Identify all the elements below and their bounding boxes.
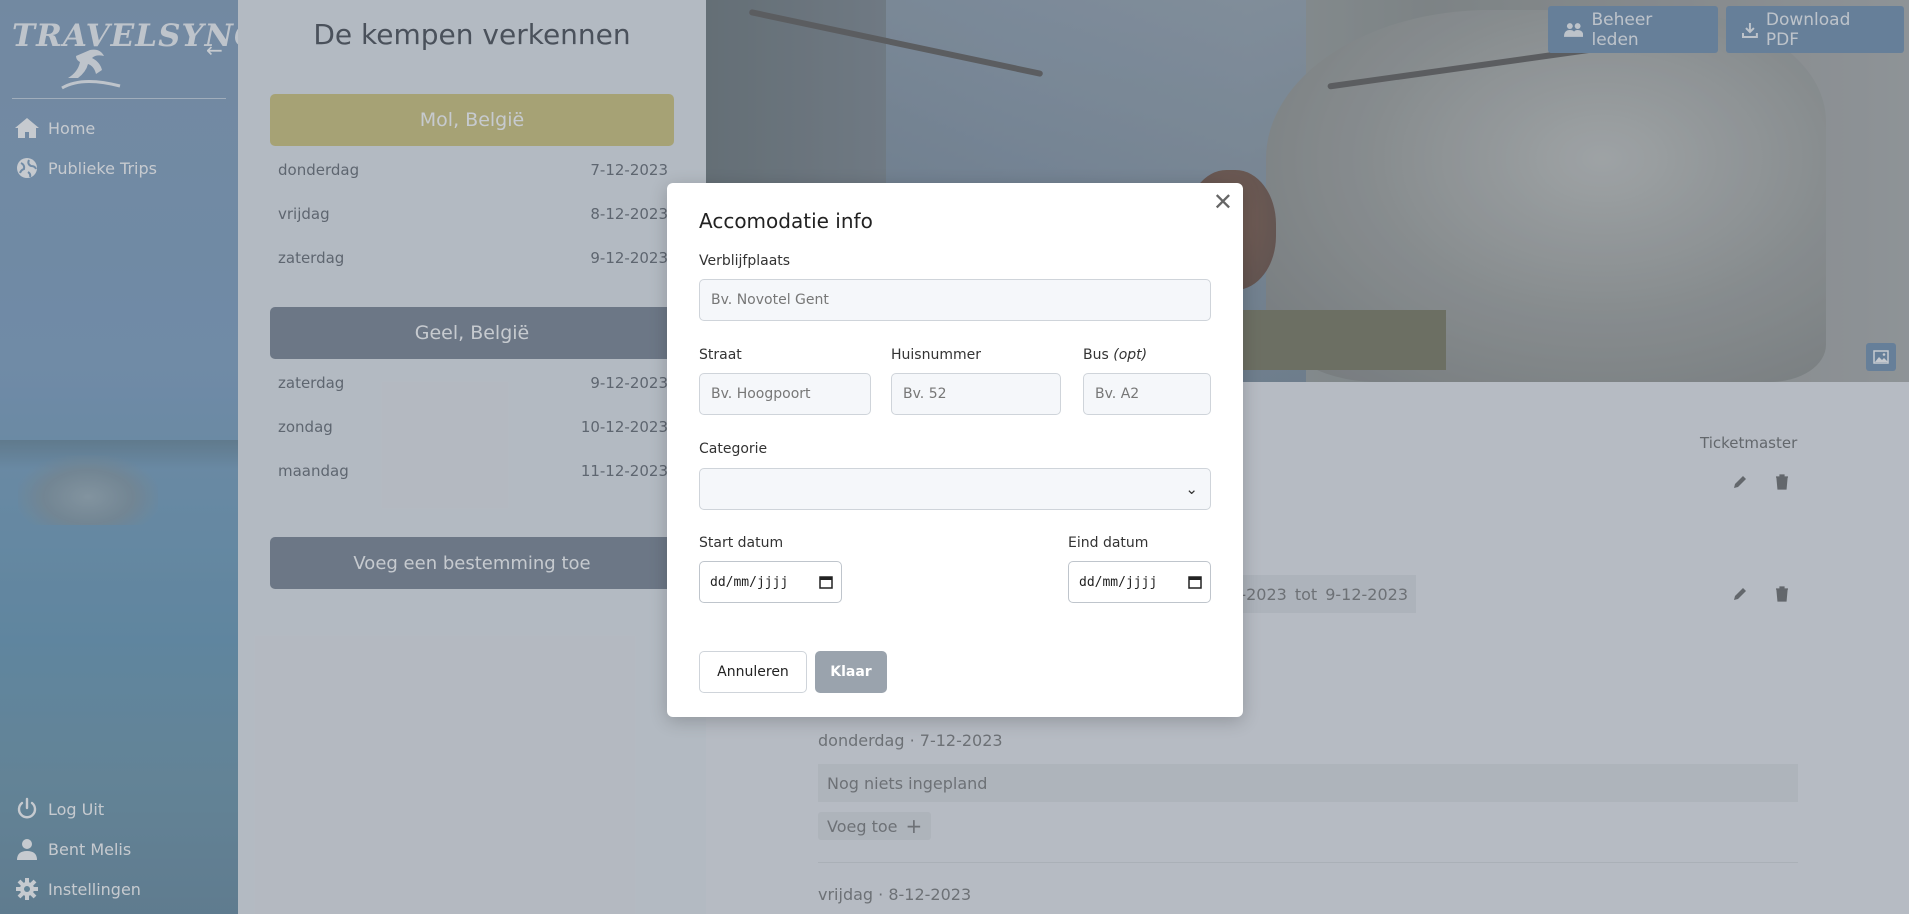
- start-date-label: Start datum: [699, 535, 784, 551]
- street-input[interactable]: Bv. Hoogpoort: [699, 373, 871, 415]
- bus-label: Bus (opt): [1083, 347, 1147, 363]
- end-date-input[interactable]: dd/mm/jjjj: [1068, 561, 1211, 603]
- modal-title: Accomodatie info: [699, 209, 873, 233]
- end-date-label: Eind datum: [1068, 535, 1149, 551]
- cancel-button[interactable]: Annuleren: [699, 651, 807, 693]
- accommodation-modal: ✕ Accomodatie info Verblijfplaats Bv. No…: [667, 183, 1243, 717]
- bus-optional-text: (opt): [1113, 347, 1148, 363]
- done-button[interactable]: Klaar: [815, 651, 887, 693]
- end-date-value: dd/mm/jjjj: [1079, 574, 1158, 590]
- start-date-value: dd/mm/jjjj: [710, 574, 789, 590]
- bus-input[interactable]: Bv. A2: [1083, 373, 1211, 415]
- close-icon[interactable]: ✕: [1213, 190, 1233, 214]
- house-number-input[interactable]: Bv. 52: [891, 373, 1061, 415]
- calendar-icon: [819, 576, 833, 589]
- category-select[interactable]: ⌄: [699, 468, 1211, 510]
- bus-label-text: Bus: [1083, 347, 1109, 363]
- chevron-down-icon: ⌄: [1185, 480, 1198, 498]
- start-date-input[interactable]: dd/mm/jjjj: [699, 561, 842, 603]
- street-label: Straat: [699, 347, 742, 363]
- category-label: Categorie: [699, 441, 768, 457]
- calendar-icon: [1188, 576, 1202, 589]
- stay-label: Verblijfplaats: [699, 253, 791, 269]
- house-number-label: Huisnummer: [891, 347, 981, 363]
- stay-input[interactable]: Bv. Novotel Gent: [699, 279, 1211, 321]
